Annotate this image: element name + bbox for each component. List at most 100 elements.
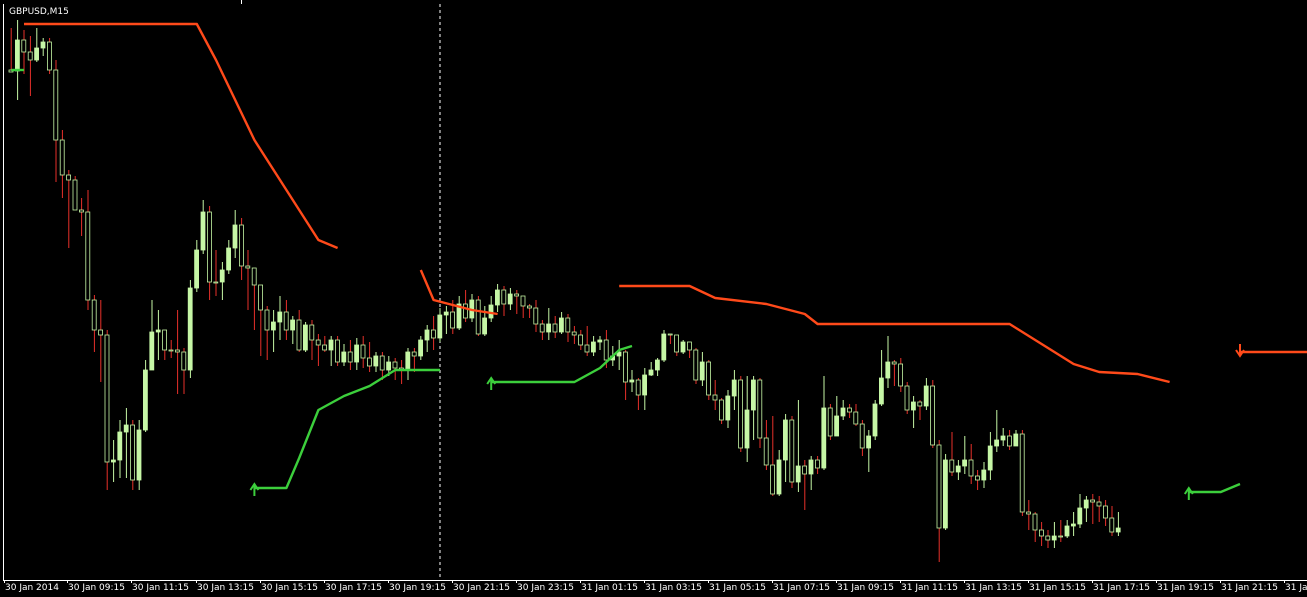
time-tick-label: 31 Jan 15:15 (1029, 583, 1086, 593)
candle-body (47, 41, 52, 71)
candle-body (866, 435, 871, 449)
time-tick-label: 31 Jan 19:15 (1157, 583, 1214, 593)
candle-body (834, 415, 839, 437)
price-plot[interactable] (4, 4, 1307, 580)
candle-body (149, 331, 155, 371)
candle-body (264, 309, 270, 331)
trailing-stop-down-line (419, 269, 498, 316)
candle-body (334, 339, 340, 363)
candle-body (411, 351, 417, 357)
candle-body (1077, 507, 1083, 525)
candle-body (270, 321, 276, 331)
candle-body (802, 465, 807, 475)
candle-body (507, 293, 513, 305)
candle-body (552, 323, 558, 333)
candle-body (104, 334, 110, 463)
candle-body (200, 211, 206, 251)
time-tick-label: 31 Ja (1285, 583, 1307, 593)
candle-body (290, 319, 296, 331)
candle-body (827, 407, 833, 437)
candle-body (437, 314, 443, 339)
candle-body (475, 299, 481, 335)
candle-body (853, 411, 859, 425)
candle-body (117, 431, 123, 461)
candle-body (91, 299, 97, 331)
candle-body (59, 139, 65, 176)
candle-body (40, 41, 46, 49)
candle-body (725, 395, 731, 421)
candle-body (14, 39, 20, 72)
time-tick-label: 31 Jan 13:15 (965, 583, 1022, 593)
candle-body (219, 269, 225, 283)
candle-body (514, 293, 520, 297)
candle-body (1045, 535, 1051, 541)
candle-body (494, 289, 500, 306)
candle-body (975, 475, 980, 481)
candle-body (123, 424, 129, 433)
trailing-stop-up-line (1188, 482, 1241, 494)
candle-body (821, 407, 827, 469)
candle-body (277, 311, 283, 323)
candle-body (859, 423, 865, 449)
candle-body (783, 419, 788, 461)
candle-body (418, 339, 424, 357)
candle-body (85, 211, 91, 301)
candle-body (571, 331, 577, 336)
time-tick-label: 30 Jan 23:15 (517, 583, 574, 593)
candle-body (936, 444, 942, 529)
candle-body (142, 369, 148, 431)
candle-body (450, 311, 456, 329)
candle-body (354, 344, 360, 363)
candle-body (238, 224, 244, 267)
time-tick-label: 31 Jan 09:15 (837, 583, 894, 593)
candle-body (520, 295, 526, 307)
candle-body (366, 357, 372, 367)
time-tick-label: 31 Jan 05:15 (709, 583, 766, 593)
candle-body (789, 419, 795, 483)
candle-body (488, 304, 494, 319)
candle-body (527, 305, 532, 309)
candle-body (603, 339, 609, 361)
time-tick-label: 30 Jan 09:15 (68, 583, 125, 593)
candle-body (347, 351, 353, 363)
candle-body (462, 303, 468, 319)
candle-body (430, 329, 436, 339)
candle-body (232, 224, 238, 249)
candle-body (181, 351, 187, 371)
candle-body (712, 394, 718, 401)
candle-body (21, 39, 27, 53)
chart-window[interactable]: GBPUSD,M15 30 Jan 2014 30 Jan 09:15 30 Jan… (0, 0, 1307, 597)
candle-body (891, 361, 897, 365)
candle-body (1026, 511, 1031, 515)
candle-body (565, 317, 571, 333)
candle-body (987, 445, 993, 471)
candle-body (315, 339, 321, 346)
candle-body (443, 311, 449, 316)
candle-body (648, 369, 654, 376)
candle-body (245, 265, 251, 269)
candle-body (655, 359, 660, 371)
candle-body (795, 465, 801, 483)
candle-body (130, 424, 135, 481)
candle-body (738, 379, 743, 449)
time-tick-label: 30 Jan 15:15 (261, 583, 318, 593)
candle-body (1103, 505, 1108, 519)
candle-body (213, 281, 219, 284)
candle-body (1064, 525, 1070, 537)
candle-body (34, 47, 40, 61)
candle-body (808, 459, 814, 475)
candle-body (1000, 435, 1006, 441)
candle-body (776, 459, 782, 495)
candle-body (731, 379, 737, 397)
candle-body (379, 355, 385, 371)
candle-body (1013, 433, 1019, 447)
candle-body (296, 319, 302, 351)
candle-body (872, 403, 878, 437)
candle-body (911, 401, 916, 411)
candle-body (309, 324, 315, 341)
candle-body (194, 249, 200, 289)
candle-body (1007, 435, 1012, 447)
time-tick-label: 31 Jan 21:15 (1221, 583, 1278, 593)
time-tick-label: 30 Jan 17:15 (325, 583, 382, 593)
candle-body (680, 341, 686, 353)
